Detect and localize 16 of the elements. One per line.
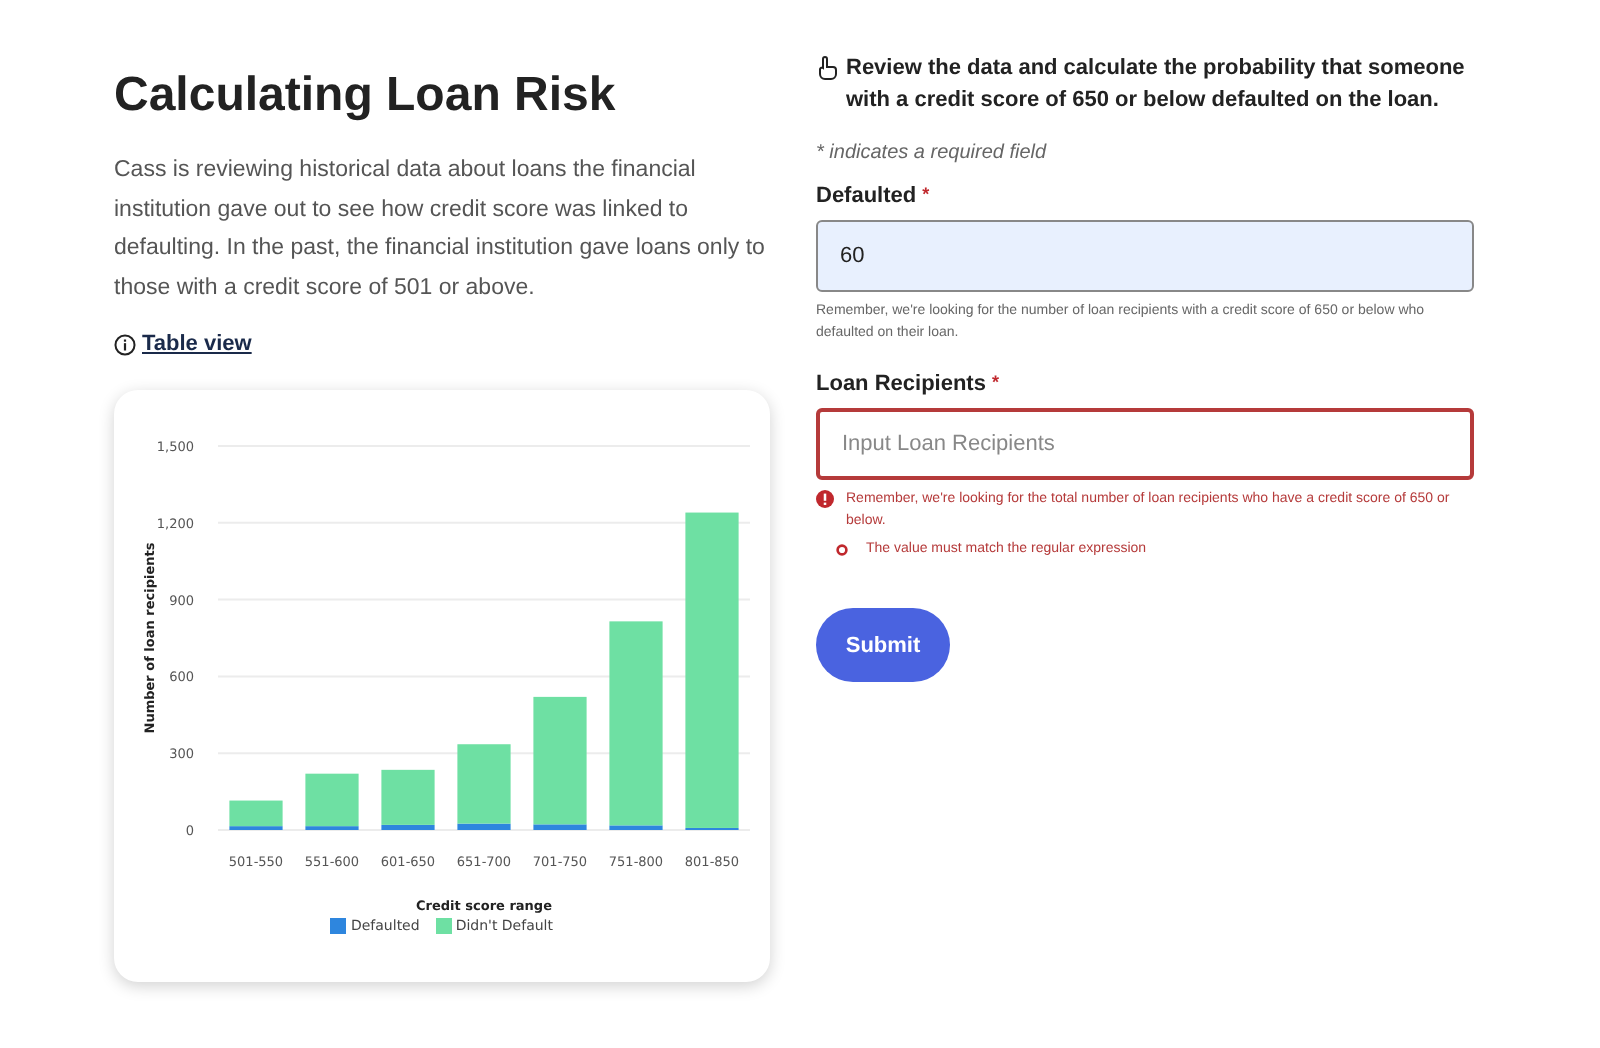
input-field[interactable]: 60 <box>816 220 1474 292</box>
question-text: Review the data and calculate the probability that someone with a credit score of 650 or below defaulted on the loan. <box>846 54 1467 116</box>
hand-pointer-icon <box>816 56 838 80</box>
required-note: * indicates a required field <box>816 142 1049 164</box>
page-title: Calculating Loan Risk <box>114 68 618 124</box>
table-view-link[interactable]: Table view <box>142 332 252 356</box>
field-label: Loan Recipients <box>816 372 986 396</box>
info-icon <box>114 333 136 355</box>
required-mark: * <box>922 184 930 208</box>
submit-button[interactable]: Submit <box>816 608 950 682</box>
field-label: Defaulted <box>816 184 917 208</box>
circle-bullet-icon <box>836 543 848 555</box>
error-icon <box>816 490 834 508</box>
intro-text: Cass is reviewing historical data about loans the financial institution gave out to see how credit score was linked to defaulting. In the past, the financial institution gave loans only to those with a credit score of 501 or above. <box>114 156 767 303</box>
input-field[interactable]: Input Loan Recipients <box>816 408 1474 480</box>
required-mark: * <box>991 372 999 396</box>
